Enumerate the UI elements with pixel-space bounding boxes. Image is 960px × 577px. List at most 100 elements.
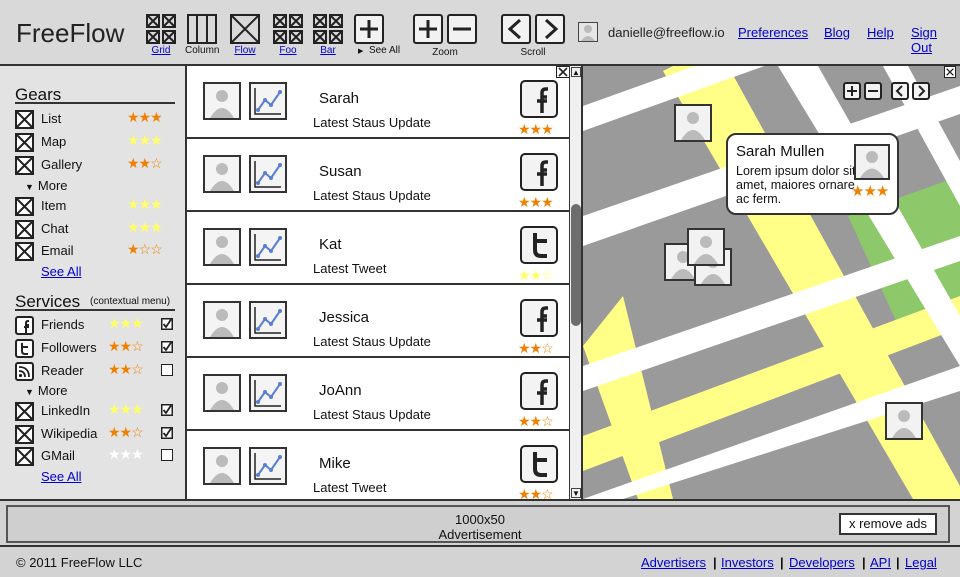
checkbox-checked[interactable]: [161, 404, 173, 416]
map-pan-left-button[interactable]: [891, 82, 909, 100]
facebook-button[interactable]: [520, 80, 558, 118]
user-avatar[interactable]: [578, 22, 598, 42]
sign-out-link[interactable]: Sign Out: [911, 25, 960, 55]
view-grid-button[interactable]: Grid: [146, 14, 176, 56]
rating-stars[interactable]: ★★★: [108, 315, 144, 332]
footer-link-investors[interactable]: Investors: [721, 555, 774, 570]
feed-item-sarah[interactable]: Sarah Latest Staus Update ★★★: [187, 66, 569, 139]
friend-avatar[interactable]: [203, 447, 241, 485]
checkbox-unchecked[interactable]: [161, 449, 173, 461]
service-item-linkedin[interactable]: LinkedIn ★★★: [15, 401, 180, 421]
friend-name[interactable]: Kat: [319, 236, 342, 253]
gear-item-list[interactable]: List ★★★: [15, 109, 180, 129]
activity-chart[interactable]: [249, 155, 287, 193]
feed-item-kat[interactable]: Kat Latest Tweet ★★☆: [187, 212, 569, 285]
friend-name[interactable]: Sarah: [319, 90, 359, 107]
scroll-down-arrow-icon[interactable]: ▼: [571, 488, 581, 498]
rating-stars[interactable]: ★★★: [127, 132, 163, 149]
feed-item-jessica[interactable]: Jessica Latest Staus Update ★★☆: [187, 285, 569, 358]
blog-link[interactable]: Blog: [824, 25, 850, 40]
view-foo-label[interactable]: Foo: [273, 45, 303, 56]
view-bar-button[interactable]: Bar: [313, 14, 343, 56]
rating-stars[interactable]: ★☆☆: [127, 241, 163, 258]
scroll-left-button[interactable]: [501, 14, 531, 44]
rating-stars[interactable]: ★★☆: [518, 486, 554, 499]
gear-item-map[interactable]: Map ★★★: [15, 132, 180, 152]
rating-stars[interactable]: ★★★: [108, 446, 144, 463]
rating-stars[interactable]: ★★☆: [108, 424, 144, 441]
service-item-wikipedia[interactable]: Wikipedia ★★☆: [15, 424, 180, 444]
footer-link-legal[interactable]: Legal: [905, 555, 937, 570]
view-bar-label[interactable]: Bar: [313, 45, 343, 56]
rating-stars[interactable]: ★★★: [127, 196, 163, 213]
activity-chart[interactable]: [249, 374, 287, 412]
view-flow-button[interactable]: Flow: [230, 14, 260, 56]
rating-stars[interactable]: ★★★: [108, 401, 144, 418]
scroll-thumb[interactable]: [571, 204, 581, 326]
gear-item-chat[interactable]: Chat ★★★: [15, 219, 180, 239]
checkbox-unchecked[interactable]: [161, 364, 173, 376]
rating-stars[interactable]: ★★★: [518, 194, 554, 211]
rating-stars[interactable]: ★★★: [127, 109, 163, 126]
rating-stars[interactable]: ★★★: [518, 121, 554, 138]
zoom-out-button[interactable]: [447, 14, 477, 44]
feed-item-joann[interactable]: JoAnn Latest Staus Update ★★☆: [187, 358, 569, 431]
footer-link-advertisers[interactable]: Advertisers: [641, 555, 706, 570]
services-more-toggle[interactable]: ▼ More: [25, 383, 68, 398]
rating-stars[interactable]: ★★☆: [108, 338, 144, 355]
activity-chart[interactable]: [249, 82, 287, 120]
checkbox-checked[interactable]: [161, 341, 173, 353]
service-item-followers[interactable]: Followers ★★☆: [15, 338, 180, 358]
checkbox-checked[interactable]: [161, 318, 173, 330]
map-zoom-in-button[interactable]: [843, 82, 861, 100]
rating-stars[interactable]: ★★☆: [108, 361, 144, 378]
service-item-friends[interactable]: Friends ★★★: [15, 315, 180, 335]
footer-link-api[interactable]: API: [870, 555, 891, 570]
twitter-button[interactable]: [520, 445, 558, 483]
map-panel[interactable]: Sarah Mullen Lorem ipsum dolor sit amet,…: [583, 66, 960, 499]
gear-item-email[interactable]: Email ★☆☆: [15, 241, 180, 261]
preferences-link[interactable]: Preferences: [738, 25, 808, 40]
friend-avatar[interactable]: [203, 228, 241, 266]
twitter-button[interactable]: [520, 226, 558, 264]
activity-chart[interactable]: [249, 447, 287, 485]
scroll-up-arrow-icon[interactable]: ▲: [571, 67, 581, 77]
zoom-in-button[interactable]: [413, 14, 443, 44]
scroll-right-button[interactable]: [535, 14, 565, 44]
services-see-all-link[interactable]: See All: [41, 469, 81, 484]
footer-link-developers[interactable]: Developers: [789, 555, 855, 570]
service-item-gmail[interactable]: GMail ★★★: [15, 446, 180, 466]
feed-item-susan[interactable]: Susan Latest Staus Update ★★★: [187, 139, 569, 212]
map-zoom-out-button[interactable]: [864, 82, 882, 100]
rating-stars[interactable]: ★★☆: [127, 155, 163, 172]
map-pin-avatar[interactable]: [885, 402, 923, 440]
map-pan-right-button[interactable]: [912, 82, 930, 100]
friend-avatar[interactable]: [203, 155, 241, 193]
feed-item-mike[interactable]: Mike Latest Tweet ★★☆: [187, 431, 569, 499]
close-icon[interactable]: [556, 66, 570, 78]
remove-ads-button[interactable]: x remove ads: [839, 513, 937, 535]
view-column-button[interactable]: Column: [185, 14, 219, 56]
rating-stars[interactable]: ★★☆: [518, 267, 554, 284]
map-profile-tooltip[interactable]: Sarah Mullen Lorem ipsum dolor sit amet,…: [726, 133, 899, 215]
friend-name[interactable]: Jessica: [319, 309, 369, 326]
facebook-button[interactable]: [520, 153, 558, 191]
rating-stars[interactable]: ★★☆: [518, 413, 554, 430]
gear-item-gallery[interactable]: Gallery ★★☆: [15, 155, 180, 175]
friend-name[interactable]: JoAnn: [319, 382, 362, 399]
service-item-reader[interactable]: Reader ★★☆: [15, 361, 180, 381]
view-grid-label[interactable]: Grid: [146, 45, 176, 56]
facebook-button[interactable]: [520, 372, 558, 410]
gears-more-toggle[interactable]: ▼ More: [25, 178, 68, 193]
rating-stars[interactable]: ★★☆: [518, 340, 554, 357]
rating-stars[interactable]: ★★★: [127, 219, 163, 236]
gear-item-item[interactable]: Item ★★★: [15, 196, 180, 216]
checkbox-checked[interactable]: [161, 427, 173, 439]
advertisement-box[interactable]: 1000x50 Advertisement: [6, 505, 950, 543]
feed-scrollbar[interactable]: ▲ ▼: [569, 66, 583, 499]
gears-see-all-link[interactable]: See All: [41, 264, 81, 279]
friend-name[interactable]: Susan: [319, 163, 362, 180]
facebook-button[interactable]: [520, 299, 558, 337]
view-foo-button[interactable]: Foo: [273, 14, 303, 56]
activity-chart[interactable]: [249, 301, 287, 339]
